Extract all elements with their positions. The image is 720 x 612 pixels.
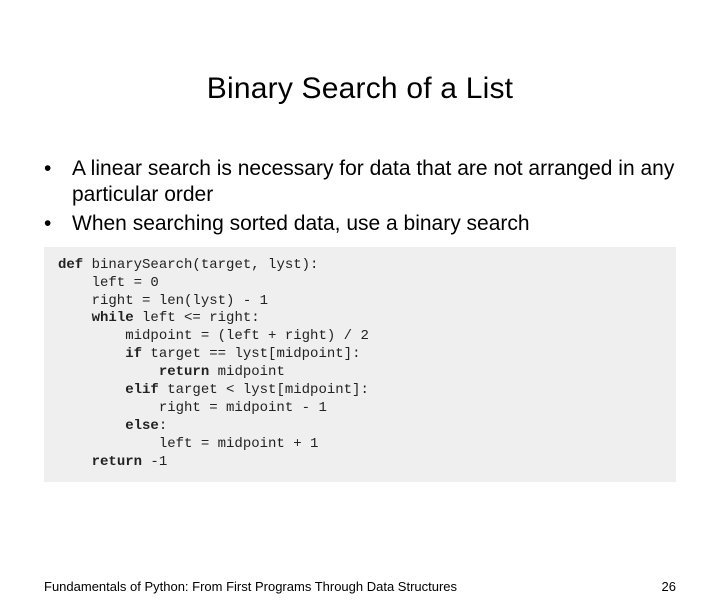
code-text: -1 <box>142 454 167 470</box>
code-keyword: elif <box>125 382 159 398</box>
code-text <box>58 418 125 434</box>
footer-text: Fundamentals of Python: From First Progr… <box>44 579 457 594</box>
code-keyword: if <box>125 346 142 362</box>
code-text: target < lyst[midpoint]: <box>159 382 369 398</box>
code-keyword: return <box>92 454 142 470</box>
page-number: 26 <box>662 579 676 594</box>
code-block: def binarySearch(target, lyst): left = 0… <box>44 247 676 482</box>
list-item: A linear search is necessary for data th… <box>44 156 676 209</box>
code-keyword: def <box>58 257 83 273</box>
code-text: right = midpoint - 1 <box>58 400 327 416</box>
bullet-list: A linear search is necessary for data th… <box>0 156 720 237</box>
code-text <box>58 310 92 326</box>
footer: Fundamentals of Python: From First Progr… <box>44 579 676 594</box>
code-text: binarySearch(target, lyst): <box>83 257 318 273</box>
slide: Binary Search of a List A linear search … <box>0 72 720 612</box>
code-text: : <box>159 418 167 434</box>
code-text: target == lyst[midpoint]: <box>142 346 360 362</box>
code-text: left = midpoint + 1 <box>58 436 318 452</box>
code-keyword: else <box>125 418 159 434</box>
code-keyword: return <box>159 364 209 380</box>
code-text <box>58 364 159 380</box>
code-text: left <= right: <box>134 310 260 326</box>
code-text <box>58 454 92 470</box>
code-text <box>58 346 125 362</box>
code-text: midpoint <box>209 364 285 380</box>
code-text: midpoint = (left + right) / 2 <box>58 328 369 344</box>
code-text: left = 0 <box>58 275 159 291</box>
page-title: Binary Search of a List <box>0 72 720 106</box>
code-text: right = len(lyst) - 1 <box>58 293 268 309</box>
code-keyword: while <box>92 310 134 326</box>
code-text <box>58 382 125 398</box>
list-item: When searching sorted data, use a binary… <box>44 211 676 237</box>
